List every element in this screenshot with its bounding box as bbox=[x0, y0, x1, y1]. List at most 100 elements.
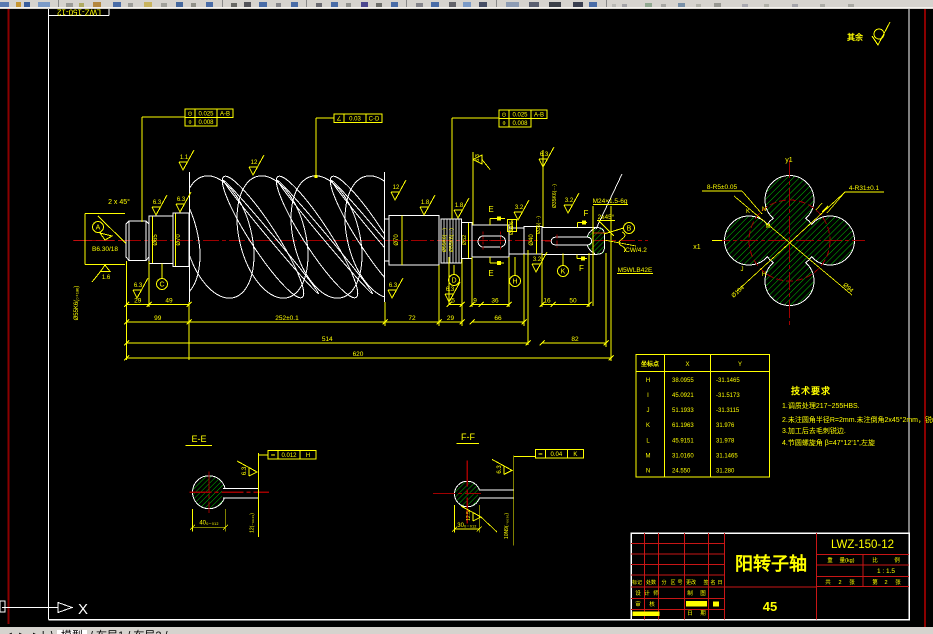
svg-text:H: H bbox=[762, 272, 766, 278]
svg-text:0.008: 0.008 bbox=[198, 120, 214, 126]
svg-text:更改: 更改 bbox=[686, 579, 696, 586]
svg-text:620: 620 bbox=[353, 351, 364, 358]
svg-text:0.025: 0.025 bbox=[198, 112, 214, 118]
svg-text:Ø94: Ø94 bbox=[841, 282, 854, 294]
svg-text:0.012: 0.012 bbox=[281, 453, 297, 459]
svg-text:51.1933: 51.1933 bbox=[672, 408, 694, 414]
svg-text:签: 签 bbox=[703, 579, 708, 586]
svg-text:X: X bbox=[78, 601, 88, 618]
svg-text:B6.30/18: B6.30/18 bbox=[92, 246, 118, 253]
svg-text:2: 2 bbox=[838, 580, 841, 586]
svg-text:F-F: F-F bbox=[461, 432, 475, 442]
svg-text:C: C bbox=[159, 282, 164, 289]
svg-text:3.加工后去毛刺锐边.: 3.加工后去毛刺锐边. bbox=[782, 426, 846, 435]
svg-text:45.9151: 45.9151 bbox=[672, 438, 694, 444]
svg-text:重: 重 bbox=[827, 556, 833, 564]
svg-text:12.5: 12.5 bbox=[466, 511, 472, 521]
svg-text:K: K bbox=[573, 452, 577, 458]
svg-text:比: 比 bbox=[872, 556, 878, 564]
svg-text:6.3: 6.3 bbox=[389, 283, 398, 289]
svg-text:区: 区 bbox=[670, 580, 675, 586]
svg-text:Ø55K6(₀₊₁ₐₑ): Ø55K6(₀₊₁ₐₑ) bbox=[74, 286, 80, 321]
svg-text:61.1963: 61.1963 bbox=[672, 423, 694, 429]
svg-text:Ø104: Ø104 bbox=[731, 285, 746, 300]
svg-text:E-E: E-E bbox=[191, 434, 206, 444]
svg-text:H: H bbox=[306, 453, 310, 459]
svg-text:N: N bbox=[762, 207, 766, 213]
svg-text:Ø65: Ø65 bbox=[153, 234, 159, 246]
svg-text:1.调质处理217~255HBS.: 1.调质处理217~255HBS. bbox=[782, 401, 860, 410]
svg-text:K: K bbox=[646, 423, 650, 429]
svg-text:29: 29 bbox=[134, 298, 142, 305]
svg-text:⌽: ⌽ bbox=[502, 121, 506, 127]
svg-text:张: 张 bbox=[895, 578, 901, 586]
svg-text:⋍: ⋍ bbox=[270, 453, 275, 459]
svg-text:Ø35(···): Ø35(···) bbox=[536, 216, 542, 234]
svg-text:标记: 标记 bbox=[632, 579, 642, 586]
svg-text:12: 12 bbox=[393, 185, 400, 191]
svg-text:6.3: 6.3 bbox=[475, 154, 481, 162]
svg-text:38.0955: 38.0955 bbox=[672, 378, 694, 384]
svg-text:Ø70: Ø70 bbox=[176, 234, 182, 246]
svg-text:M: M bbox=[766, 224, 771, 230]
svg-text:⋍: ⋍ bbox=[538, 452, 543, 458]
svg-text:6.3: 6.3 bbox=[134, 283, 143, 289]
svg-text:⌽: ⌽ bbox=[188, 120, 192, 126]
svg-text:0.008: 0.008 bbox=[512, 121, 528, 127]
svg-text:12(₋₀₀₄₃): 12(₋₀₀₄₃) bbox=[250, 513, 256, 533]
svg-text:F: F bbox=[579, 264, 584, 273]
svg-text:2x45°: 2x45° bbox=[598, 213, 615, 221]
svg-text:2: 2 bbox=[884, 580, 887, 586]
svg-text:J: J bbox=[647, 408, 650, 414]
svg-text:36: 36 bbox=[491, 298, 499, 305]
svg-text:1.6: 1.6 bbox=[102, 275, 111, 281]
svg-text:Ø40: Ø40 bbox=[529, 234, 535, 246]
svg-text:4.节圆螺旋角 β=47°12’1”,左旋: 4.节圆螺旋角 β=47°12’1”,左旋 bbox=[782, 438, 875, 447]
svg-text:图: 图 bbox=[700, 589, 706, 597]
svg-text:A-B: A-B bbox=[534, 113, 544, 119]
svg-text:审: 审 bbox=[635, 600, 641, 608]
svg-text:45.0921: 45.0921 bbox=[672, 393, 694, 399]
svg-text:29: 29 bbox=[447, 315, 455, 322]
svg-text:24.550: 24.550 bbox=[672, 468, 691, 474]
svg-text:处数: 处数 bbox=[646, 579, 656, 586]
svg-text:设: 设 bbox=[635, 589, 641, 597]
svg-text:核: 核 bbox=[649, 600, 655, 608]
svg-text:0.025: 0.025 bbox=[512, 113, 528, 119]
svg-text:F: F bbox=[584, 209, 589, 218]
svg-text:1.1: 1.1 bbox=[180, 155, 189, 161]
svg-text:Ø55K6(···): Ø55K6(···) bbox=[442, 228, 448, 252]
svg-text:3.2: 3.2 bbox=[515, 205, 524, 211]
svg-text:-31.1465: -31.1465 bbox=[716, 378, 740, 384]
svg-text:LWZ-150-12: LWZ-150-12 bbox=[57, 8, 101, 17]
svg-text:M5WLB42E: M5WLB42E bbox=[618, 267, 653, 274]
svg-text:0.03: 0.03 bbox=[349, 117, 361, 123]
svg-text:量(kg): 量(kg) bbox=[840, 557, 855, 564]
svg-text:技术要求: 技术要求 bbox=[791, 385, 831, 396]
svg-text:L: L bbox=[646, 438, 650, 444]
svg-text:CW/4.2: CW/4.2 bbox=[625, 247, 647, 254]
svg-text:J: J bbox=[741, 267, 744, 273]
svg-text:Ø35K6(···): Ø35K6(···) bbox=[552, 184, 558, 208]
svg-text:共: 共 bbox=[825, 578, 831, 586]
svg-text:⊙: ⊙ bbox=[187, 112, 192, 118]
svg-text:y1: y1 bbox=[785, 157, 793, 164]
svg-text:6.3: 6.3 bbox=[153, 200, 162, 206]
svg-text:16: 16 bbox=[543, 298, 551, 305]
svg-text:8-R5±0.05: 8-R5±0.05 bbox=[707, 184, 738, 191]
svg-text:其余: 其余 bbox=[847, 32, 864, 42]
svg-text:M24×1.5-6g: M24×1.5-6g bbox=[593, 198, 628, 205]
svg-text:坐标点: 坐标点 bbox=[641, 360, 659, 368]
svg-text:72: 72 bbox=[408, 315, 416, 322]
svg-text:Ø55K6(···): Ø55K6(···) bbox=[449, 228, 455, 252]
svg-text:号: 号 bbox=[677, 580, 682, 586]
svg-text:5: 5 bbox=[451, 298, 455, 305]
svg-text:H: H bbox=[646, 378, 650, 384]
svg-text:40₀₋₀₁₂: 40₀₋₀₁₂ bbox=[199, 521, 219, 527]
svg-text:31.978: 31.978 bbox=[716, 438, 735, 444]
svg-text:49: 49 bbox=[165, 298, 173, 305]
svg-text:D: D bbox=[451, 278, 456, 285]
svg-text:31.280: 31.280 bbox=[716, 468, 735, 474]
svg-text:1.8: 1.8 bbox=[421, 200, 430, 206]
svg-text:3.2: 3.2 bbox=[533, 257, 542, 263]
